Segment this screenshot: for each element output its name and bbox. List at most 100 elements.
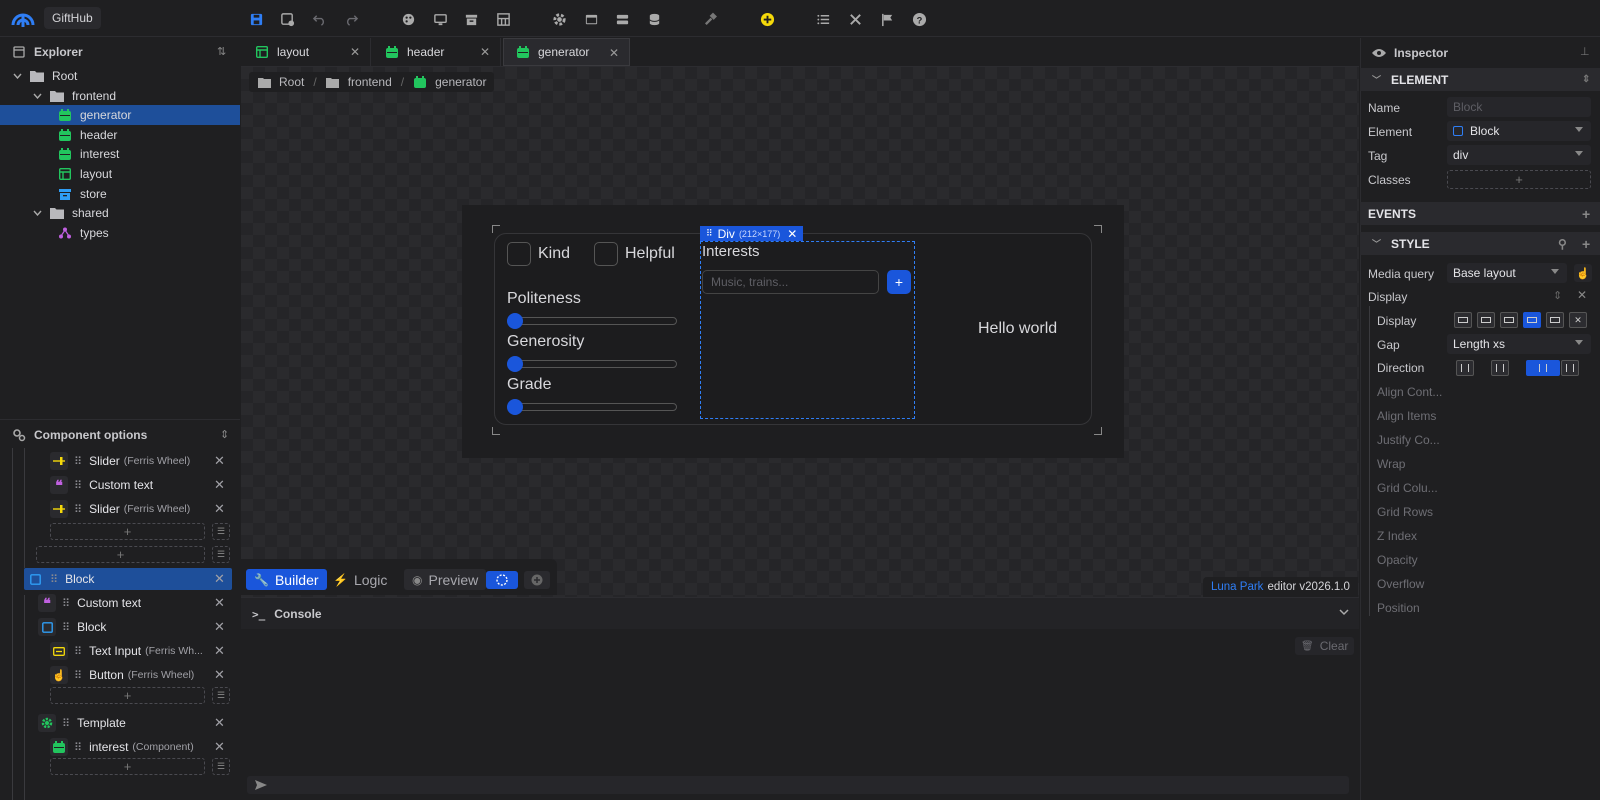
gap-select[interactable]: Length xs xyxy=(1447,334,1591,354)
breadcrumb-item[interactable]: Root xyxy=(279,75,304,89)
add-mode-button[interactable] xyxy=(524,571,550,589)
chevron-down-icon[interactable] xyxy=(1338,606,1350,618)
tag-select[interactable]: div xyxy=(1447,145,1591,165)
component-row[interactable]: ⠿ Slider (Ferris Wheel) ✕ xyxy=(48,450,232,472)
breadcrumb-item[interactable]: frontend xyxy=(348,75,392,89)
resize-handle[interactable] xyxy=(492,225,500,233)
search-icon[interactable]: ⚲ xyxy=(1558,237,1567,251)
style-property-label[interactable]: Position xyxy=(1377,601,1420,615)
console-input[interactable] xyxy=(247,776,1349,794)
flag-icon[interactable] xyxy=(876,8,898,30)
component-row[interactable]: ❝ ⠿ Custom text ✕ xyxy=(36,592,232,614)
add-child-button[interactable]: + xyxy=(50,758,205,775)
archive-icon[interactable] xyxy=(460,8,482,30)
add-style-icon[interactable]: + xyxy=(1582,236,1590,252)
close-tab-icon[interactable]: ✕ xyxy=(480,45,490,59)
window-icon[interactable] xyxy=(580,8,602,30)
element-section-header[interactable]: ﹀ ELEMENT ⇕ xyxy=(1360,68,1600,91)
tree-item-layout[interactable]: layout xyxy=(0,164,240,184)
add-circle-icon[interactable] xyxy=(756,8,778,30)
component-row[interactable]: ⠿ Block ✕ xyxy=(36,616,232,638)
tree-item-header[interactable]: header xyxy=(0,125,240,145)
direction-option-2[interactable] xyxy=(1526,360,1560,376)
tree-item-shared[interactable]: shared xyxy=(0,203,240,223)
list-icon[interactable]: ☰ xyxy=(212,546,230,563)
clear-button[interactable]: 🗑 Clear xyxy=(1295,637,1355,655)
remove-icon[interactable]: ✕ xyxy=(214,453,225,469)
helpful-checkbox[interactable] xyxy=(594,242,618,266)
builder-tab[interactable]: 🔧 Builder xyxy=(246,569,327,590)
resize-handle[interactable] xyxy=(1094,427,1102,435)
breadcrumb-item[interactable]: generator xyxy=(435,75,486,89)
add-event-icon[interactable]: + xyxy=(1582,206,1590,222)
style-property-label[interactable]: Grid Rows xyxy=(1377,505,1433,519)
style-property-label[interactable]: Opacity xyxy=(1377,553,1418,567)
component-row[interactable]: ⠿ Text Input (Ferris Wh... ✕ xyxy=(48,640,232,662)
close-tab-icon[interactable]: ✕ xyxy=(609,46,619,60)
display-option-1[interactable] xyxy=(1477,312,1495,328)
resize-handle[interactable] xyxy=(492,427,500,435)
display-option-3[interactable] xyxy=(1523,312,1541,328)
display-option-0[interactable] xyxy=(1454,312,1472,328)
tab-layout[interactable]: layout ✕ xyxy=(243,38,371,66)
server-icon[interactable] xyxy=(611,8,633,30)
collapse-icon[interactable]: ⇕ xyxy=(1553,289,1562,302)
redo-icon[interactable] xyxy=(340,8,362,30)
slider-thumb[interactable] xyxy=(507,399,523,415)
deselect-icon[interactable]: ✕ xyxy=(787,227,797,241)
kind-checkbox[interactable] xyxy=(507,242,531,266)
style-section-header[interactable]: ﹀ STYLE ⚲ + xyxy=(1360,232,1600,255)
display-option-5[interactable]: ✕ xyxy=(1569,312,1587,328)
drag-handle-icon[interactable]: ⠿ xyxy=(50,573,58,586)
brand-link[interactable]: Luna Park xyxy=(1211,581,1263,593)
monitor-icon[interactable] xyxy=(429,8,451,30)
style-property-label[interactable]: Grid Colu... xyxy=(1377,481,1438,495)
events-section-header[interactable]: EVENTS + xyxy=(1360,202,1600,225)
design-canvas[interactable]: Root / frontend / generator Kind Helpful… xyxy=(241,67,1359,597)
tree-item-Root[interactable]: Root xyxy=(0,66,240,86)
tools-icon[interactable] xyxy=(844,8,866,30)
add-child-button[interactable]: + xyxy=(50,687,205,704)
grade-slider[interactable] xyxy=(507,403,677,411)
style-property-label[interactable]: Align Items xyxy=(1377,409,1436,423)
add-interest-button[interactable]: + xyxy=(887,270,911,294)
remove-icon[interactable]: ✕ xyxy=(214,739,225,755)
direction-option-0[interactable] xyxy=(1456,360,1474,376)
direction-option-3[interactable] xyxy=(1561,360,1579,376)
add-class-button[interactable]: + xyxy=(1447,170,1591,189)
layout-grid-icon[interactable] xyxy=(492,8,514,30)
undo-icon[interactable] xyxy=(308,8,330,30)
add-child-button[interactable]: + xyxy=(50,523,205,540)
remove-icon[interactable]: ✕ xyxy=(214,477,225,493)
palette-icon[interactable] xyxy=(397,8,419,30)
component-row[interactable]: ⠿ Block ✕ xyxy=(24,568,232,590)
project-name[interactable]: GiftHub xyxy=(44,7,101,29)
close-icon[interactable]: ✕ xyxy=(1577,288,1587,302)
selected-div[interactable]: Interests Music, trains... + xyxy=(700,241,915,419)
tree-item-frontend[interactable]: frontend xyxy=(0,86,240,106)
list-icon[interactable]: ☰ xyxy=(212,758,230,775)
politeness-slider[interactable] xyxy=(507,317,677,325)
hammer-icon[interactable] xyxy=(699,8,721,30)
element-select[interactable]: Block xyxy=(1447,121,1591,141)
tree-item-generator[interactable]: generator xyxy=(0,105,240,126)
remove-icon[interactable]: ✕ xyxy=(214,595,225,611)
component-row[interactable]: ☝ ⠿ Button (Ferris Wheel) ✕ xyxy=(48,664,232,686)
close-tab-icon[interactable]: ✕ xyxy=(350,45,360,59)
component-row[interactable]: ⠿ interest (Component) ✕ xyxy=(48,736,232,758)
help-icon[interactable]: ? xyxy=(908,8,930,30)
list-icon[interactable]: ☰ xyxy=(212,687,230,704)
database-icon[interactable] xyxy=(643,8,665,30)
remove-icon[interactable]: ✕ xyxy=(214,501,225,517)
drag-handle-icon[interactable]: ⠿ xyxy=(74,455,82,468)
collapse-icon[interactable]: ⇕ xyxy=(1582,74,1590,85)
style-property-label[interactable]: Align Cont... xyxy=(1377,385,1442,399)
save-icon[interactable] xyxy=(245,8,267,30)
pin-icon[interactable]: ⊥ xyxy=(1580,45,1590,58)
direction-option-1[interactable] xyxy=(1491,360,1509,376)
select-mode-button[interactable] xyxy=(486,571,518,589)
add-child-button[interactable]: + xyxy=(36,546,205,563)
drag-handle-icon[interactable]: ⠿ xyxy=(74,741,82,754)
resize-handle[interactable] xyxy=(1094,225,1102,233)
component-row[interactable]: ⠿ Template ✕ xyxy=(36,712,232,734)
